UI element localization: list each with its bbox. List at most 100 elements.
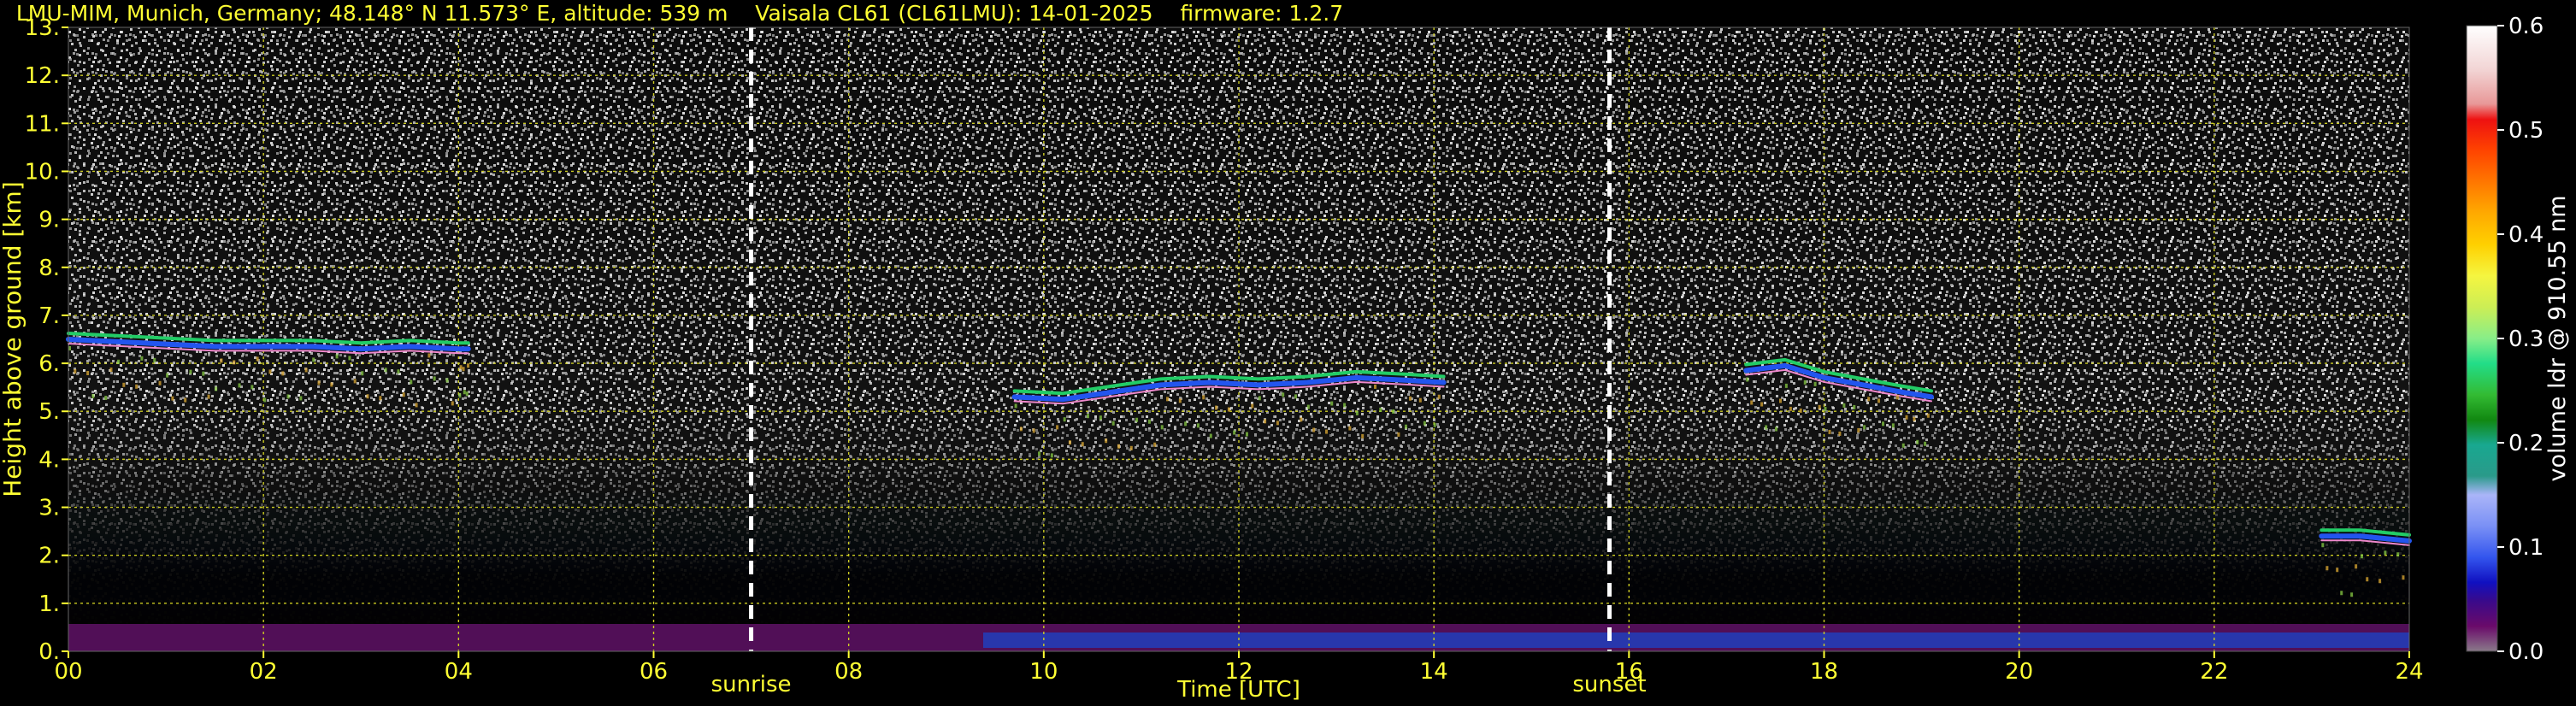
colorbar-label: volume ldr @ 910.55 nm bbox=[2544, 196, 2571, 482]
cloud-speckle bbox=[1014, 403, 1017, 409]
cloud-speckle bbox=[1153, 442, 1157, 447]
cloud-speckle bbox=[238, 383, 241, 388]
cloud-speckle bbox=[140, 356, 144, 361]
cloud-speckle bbox=[184, 397, 187, 403]
cloud-speckle bbox=[1160, 425, 1164, 430]
y-tick-label: 3. bbox=[38, 496, 60, 521]
x-tick-label: 20 bbox=[2005, 659, 2033, 685]
cloud-speckle bbox=[1178, 398, 1182, 403]
cloud-speckle bbox=[1264, 419, 1267, 424]
cloud-speckle bbox=[74, 369, 77, 374]
colorbar-tick-label: 0.4 bbox=[2508, 222, 2544, 248]
cloud-speckle bbox=[1129, 445, 1133, 450]
cloud-speckle bbox=[1784, 383, 1788, 388]
y-tick-label: 2. bbox=[38, 544, 60, 569]
cloud-speckle bbox=[1857, 427, 1860, 432]
cloud-speckle bbox=[86, 371, 90, 375]
colorbar-tick-label: 0.5 bbox=[2508, 118, 2544, 144]
y-axis-ticks: 0.1.2.3.4.5.6.7.8.9.10.11.12.13. bbox=[25, 15, 68, 665]
cloud-speckle bbox=[1374, 384, 1377, 389]
cloud-speckle bbox=[451, 401, 454, 406]
cloud-speckle bbox=[1765, 425, 1768, 430]
x-axis-label: Time [UTC] bbox=[1176, 677, 1300, 703]
surface-blue-layer bbox=[983, 632, 2409, 648]
cloud-speckle bbox=[335, 354, 339, 359]
colorbar-scale bbox=[2467, 26, 2497, 651]
cloud-speckle bbox=[462, 367, 465, 372]
cloud-speckle bbox=[166, 373, 169, 378]
cloud-speckle bbox=[1926, 413, 1930, 418]
colorbar-tick-label: 0.1 bbox=[2508, 535, 2544, 561]
cloud-speckle bbox=[1081, 442, 1084, 447]
plot-area bbox=[66, 26, 2412, 652]
cloud-speckle bbox=[1227, 407, 1230, 412]
cloud-speckle bbox=[91, 394, 95, 398]
cloud-speckle bbox=[427, 353, 431, 358]
cloud-speckle bbox=[1775, 427, 1778, 432]
cloud-speckle bbox=[1404, 424, 1407, 429]
cloud-speckle bbox=[1355, 410, 1359, 415]
sun-marker-label: sunset bbox=[1572, 672, 1646, 697]
cloud-speckle bbox=[1828, 429, 1831, 434]
cloud-speckle bbox=[1282, 392, 1285, 397]
cloud-speckle bbox=[1882, 421, 1885, 427]
cloud-speckle bbox=[1294, 394, 1298, 399]
colorbar-tick-label: 0.0 bbox=[2508, 639, 2544, 665]
cloud-speckle bbox=[317, 380, 321, 385]
cloud-speckle bbox=[1300, 417, 1303, 422]
cloud-speckle bbox=[1056, 425, 1059, 430]
cloud-speckle bbox=[1324, 429, 1328, 434]
colorbar-tick-label: 0.3 bbox=[2508, 327, 2544, 352]
cloud-speckle bbox=[402, 392, 405, 397]
cloud-speckle bbox=[463, 390, 466, 395]
cloud-speckle bbox=[1209, 433, 1212, 438]
cloud-speckle bbox=[1397, 432, 1400, 437]
cloud-speckle bbox=[1196, 423, 1200, 428]
cloud-speckle bbox=[1105, 438, 1108, 444]
cloud-speckle bbox=[1789, 406, 1792, 411]
cloud-speckle bbox=[1824, 406, 1827, 411]
x-tick-label: 04 bbox=[445, 659, 473, 685]
cloud-speckle bbox=[153, 357, 156, 362]
cloud-speckle bbox=[171, 396, 174, 401]
cloud-speckle bbox=[1306, 404, 1310, 409]
cloud-speckle bbox=[1905, 415, 1908, 420]
cloud-speckle bbox=[1147, 419, 1151, 424]
cloud-speckle bbox=[1924, 441, 1927, 446]
y-tick-label: 10. bbox=[25, 159, 60, 185]
cloud-speckle bbox=[312, 357, 315, 362]
cloud-speckle bbox=[1117, 444, 1120, 449]
cloud-speckle bbox=[1863, 425, 1866, 430]
cloud-speckle bbox=[1842, 403, 1846, 408]
cloud-speckle bbox=[268, 369, 272, 374]
colorbar: 0.0 0.1 0.2 0.3 0.4 0.5 0.6 volume ldr @ 910.5… bbox=[2466, 14, 2571, 665]
cloud-speckle bbox=[2384, 550, 2387, 556]
cloud-speckle bbox=[2379, 579, 2382, 584]
cloud-speckle bbox=[1258, 396, 1261, 401]
cloud-speckle bbox=[1348, 426, 1352, 431]
y-tick-label: 4. bbox=[38, 447, 60, 473]
y-tick-label: 6. bbox=[38, 351, 60, 377]
cloud-speckle bbox=[281, 371, 285, 376]
cloud-speckle bbox=[1032, 428, 1035, 433]
cloud-speckle bbox=[458, 393, 462, 398]
cloud-speckle bbox=[1343, 403, 1347, 408]
cloud-speckle bbox=[384, 368, 387, 373]
y-tick-label: 5. bbox=[38, 399, 60, 425]
cloud-speckle bbox=[330, 382, 333, 387]
cloud-speckle bbox=[1361, 433, 1365, 438]
cloud-speckle bbox=[263, 397, 267, 403]
y-tick-label: 11. bbox=[25, 111, 60, 137]
cloud-speckle bbox=[1408, 396, 1412, 401]
cloud-speckle bbox=[445, 378, 449, 383]
cloud-speckle bbox=[233, 360, 236, 365]
cloud-speckle bbox=[1037, 451, 1040, 456]
x-tick-label: 02 bbox=[250, 659, 278, 685]
cloud-speckle bbox=[459, 365, 463, 370]
x-tick-label: 24 bbox=[2395, 659, 2423, 685]
cloud-speckle bbox=[2396, 552, 2400, 557]
cloud-speckle bbox=[1392, 409, 1395, 414]
cloud-speckle bbox=[1418, 397, 1422, 403]
y-axis-label: Height above ground [km] bbox=[0, 181, 27, 497]
cloud-speckle bbox=[256, 356, 259, 362]
